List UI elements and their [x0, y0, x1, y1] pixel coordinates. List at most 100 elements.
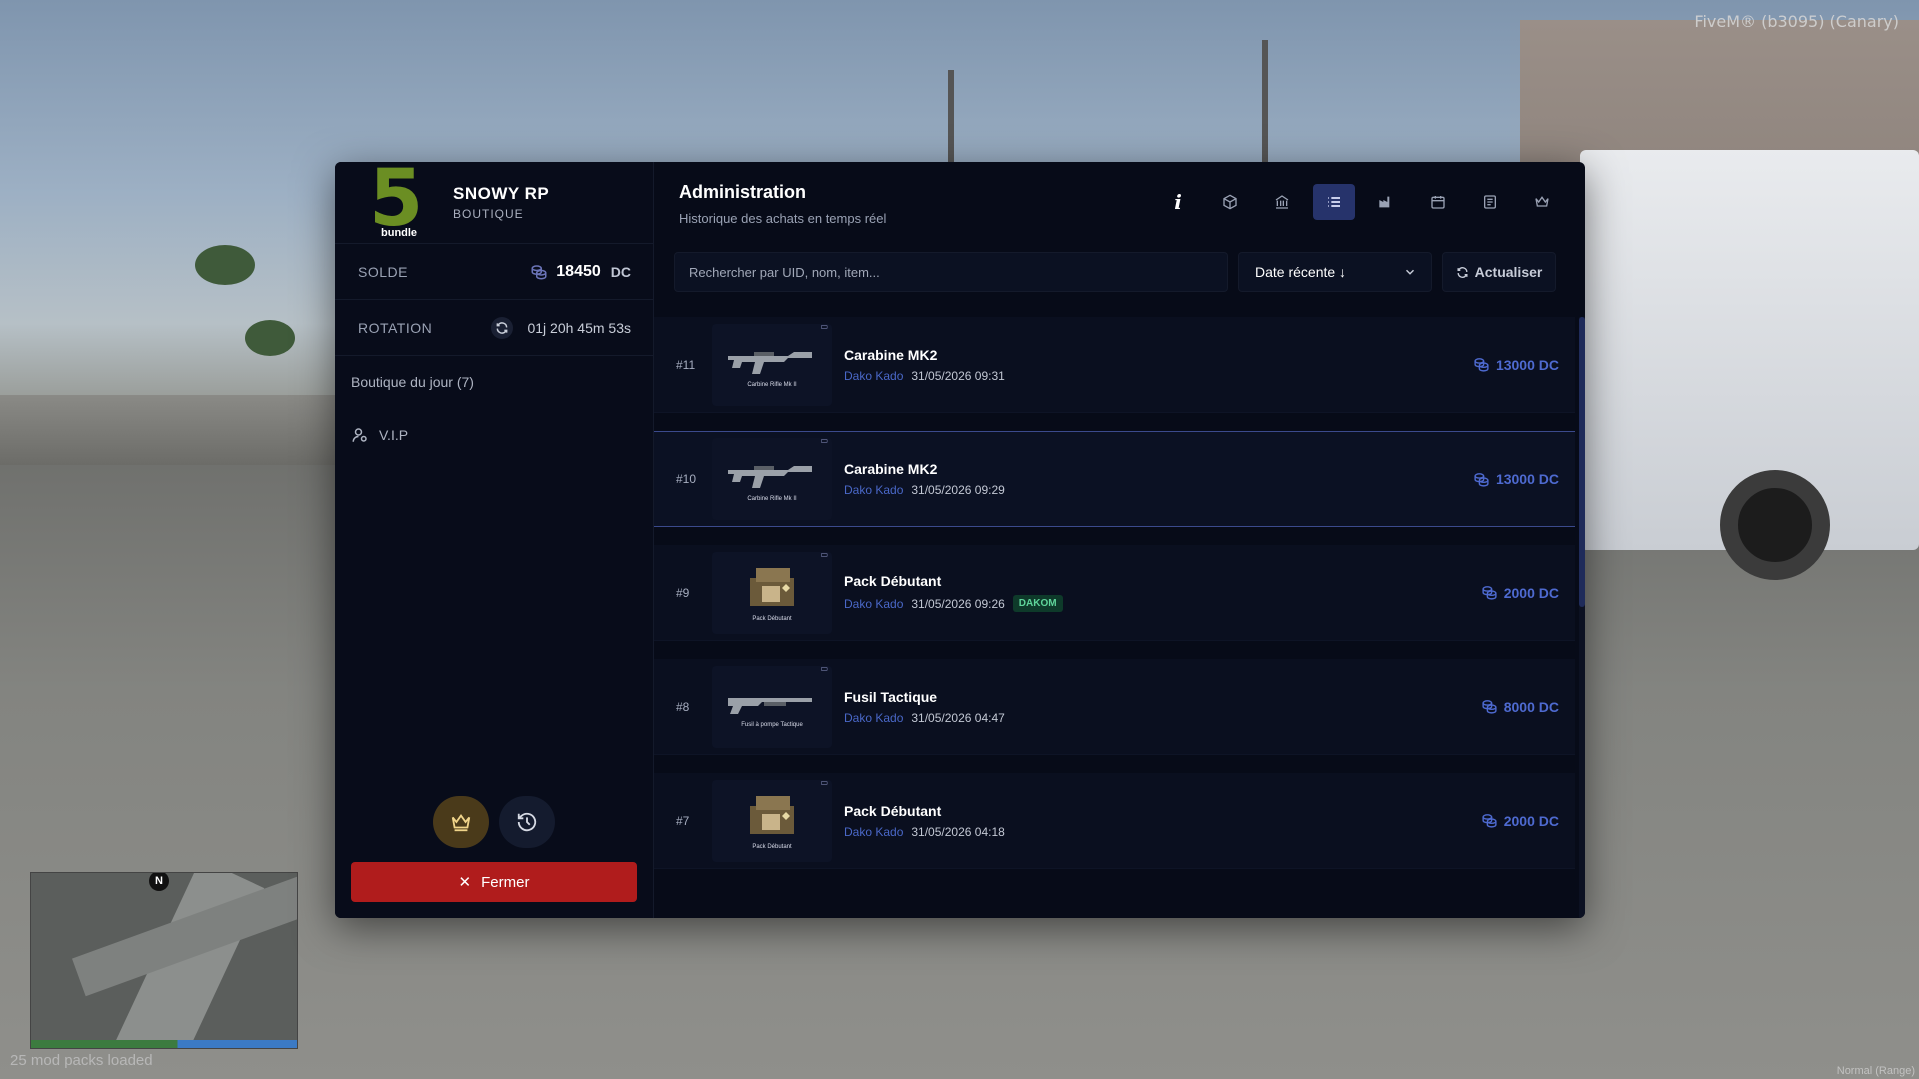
table-row[interactable]: #11 ▭ Carbine Rifle Mk II Carabine MK2 D…	[654, 317, 1575, 413]
balance-unit: DC	[610, 263, 631, 280]
item-thumbnail: ▭ Pack Débutant	[712, 777, 832, 862]
background-tree	[195, 245, 255, 285]
buyer-link[interactable]: Dako Kado	[844, 711, 903, 725]
buyer-link[interactable]: Dako Kado	[844, 597, 903, 611]
coin-icon	[1482, 814, 1497, 828]
coin-icon	[1474, 358, 1489, 372]
close-icon: ✕	[458, 874, 472, 891]
shotgun-icon	[728, 697, 812, 714]
image-icon: ▭	[820, 436, 828, 445]
document-icon[interactable]	[1469, 184, 1511, 220]
sort-label: Date récente ↓	[1255, 264, 1347, 280]
purchase-price: 13000 DC	[1473, 356, 1559, 373]
refresh-icon	[1457, 266, 1468, 278]
brand-name: SNOWY RP	[453, 184, 550, 203]
close-label: Fermer	[481, 873, 530, 891]
item-thumbnail: ▭ Pack Débutant	[712, 549, 832, 634]
buyer-link[interactable]: Dako Kado	[844, 369, 903, 383]
logo: 5 bundle	[369, 162, 423, 244]
history-button[interactable]	[499, 796, 555, 848]
refresh-label: Actualiser	[1474, 264, 1543, 280]
sort-dropdown[interactable]: Date récente ↓	[1238, 252, 1432, 292]
buyer-link[interactable]: Dako Kado	[844, 825, 903, 839]
crown-icon	[451, 814, 471, 832]
coin-icon	[531, 264, 547, 280]
user-icon	[352, 428, 367, 442]
purchase-price: 8000 DC	[1481, 698, 1559, 715]
purchase-list: #11 ▭ Carbine Rifle Mk II Carabine MK2 D…	[654, 317, 1575, 918]
package-icon	[750, 567, 794, 606]
purchase-price: 2000 DC	[1481, 584, 1559, 601]
rifle-icon	[728, 466, 812, 488]
image-icon: ▭	[820, 321, 828, 331]
image-icon: ▭	[820, 549, 828, 559]
refresh-button[interactable]: Actualiser	[1442, 252, 1556, 292]
coin-icon	[1482, 700, 1497, 714]
bank-icon[interactable]	[1261, 184, 1303, 220]
minimap: N	[30, 872, 298, 1049]
sidebar-actions	[335, 796, 653, 848]
page-title: Administration	[679, 182, 807, 202]
purchase-price: 13000 DC	[1473, 471, 1559, 488]
status-label: Normal (Range)	[1836, 1065, 1915, 1077]
history-icon	[517, 812, 537, 832]
purchase-id: #8	[676, 699, 690, 714]
rifle-icon	[728, 351, 812, 374]
toolbar: i	[1157, 184, 1563, 220]
crown-icon[interactable]	[1521, 184, 1563, 220]
image-icon: ▭	[820, 777, 828, 787]
balance-value: 18450	[556, 262, 601, 280]
list-icon[interactable]	[1313, 184, 1355, 220]
buyer-link[interactable]: Dako Kado	[844, 483, 903, 497]
box-icon[interactable]	[1209, 184, 1251, 220]
chevron-down-icon	[1405, 269, 1415, 275]
item-name: Fusil Tactique	[844, 688, 938, 705]
close-button[interactable]: ✕ Fermer	[351, 862, 637, 902]
coin-icon	[1482, 586, 1497, 600]
main-header: Administration Historique des achats en …	[654, 162, 1585, 244]
status-badge: DAKOM	[1012, 595, 1063, 612]
scrollbar-thumb[interactable]	[1579, 317, 1585, 607]
vip-link[interactable]: V.I.P	[335, 408, 653, 462]
item-name: Carabine MK2	[844, 461, 938, 477]
coin-icon	[1474, 472, 1489, 487]
info-icon[interactable]: i	[1157, 184, 1199, 220]
table-row[interactable]: #9 ▭ Pack Débutant Pack Débutant Dako Ka…	[654, 545, 1575, 641]
table-row[interactable]: #10 ▭ Carbine Rifle Mk II Carabine MK2 D…	[654, 431, 1575, 527]
shop-panel: 5 bundle SNOWY RP BOUTIQUE SOLDE 18450 D…	[335, 162, 1585, 918]
background-pole	[1262, 40, 1268, 170]
purchase-date: 31/05/2026 09:31	[911, 368, 1005, 383]
purchase-date: 31/05/2026 04:18	[911, 824, 1005, 839]
table-row[interactable]: #7 ▭ Pack Débutant Pack Débutant Dako Ka…	[654, 773, 1575, 869]
image-icon: ▭	[820, 663, 828, 673]
purchase-price: 2000 DC	[1481, 812, 1559, 829]
calendar-icon[interactable]	[1417, 184, 1459, 220]
purchase-date: 31/05/2026 04:47	[911, 710, 1005, 725]
package-icon	[750, 795, 794, 834]
table-row[interactable]: #8 ▭ Fusil à pompe Tactique Fusil Tactiq…	[654, 659, 1575, 755]
purchase-date: 31/05/2026 09:29	[911, 483, 1005, 497]
balance-label: SOLDE	[358, 263, 408, 280]
crown-button[interactable]	[433, 796, 489, 848]
shop-of-day-link[interactable]: Boutique du jour (7)	[335, 356, 653, 408]
brand-subtitle: BOUTIQUE	[453, 207, 524, 221]
page-subtitle: Historique des achats en temps réel	[679, 211, 887, 226]
background-tree	[245, 320, 295, 356]
rotation-timer: 01j 20h 45m 53s	[527, 319, 631, 336]
rotation-row: ROTATION 01j 20h 45m 53s	[335, 300, 653, 356]
mods-loaded-text: 25 mod packs loaded	[10, 1052, 153, 1069]
filter-bar: Date récente ↓ Actualiser	[654, 244, 1585, 302]
rotation-label: ROTATION	[358, 319, 433, 336]
search-input[interactable]	[674, 252, 1228, 292]
sidebar: 5 bundle SNOWY RP BOUTIQUE SOLDE 18450 D…	[335, 162, 654, 918]
balance-row: SOLDE 18450 DC	[335, 244, 653, 300]
purchase-id: #11	[676, 357, 696, 372]
purchase-date: 31/05/2026 09:26	[911, 596, 1005, 611]
factory-icon[interactable]	[1365, 184, 1407, 220]
refresh-icon	[491, 316, 514, 339]
item-thumbnail: ▭ Fusil à pompe Tactique	[712, 663, 832, 748]
item-name: Carabine MK2	[844, 346, 938, 363]
north-icon: N	[149, 873, 169, 891]
item-thumbnail: ▭ Carbine Rifle Mk II	[712, 321, 832, 406]
purchase-id: #7	[676, 813, 690, 828]
